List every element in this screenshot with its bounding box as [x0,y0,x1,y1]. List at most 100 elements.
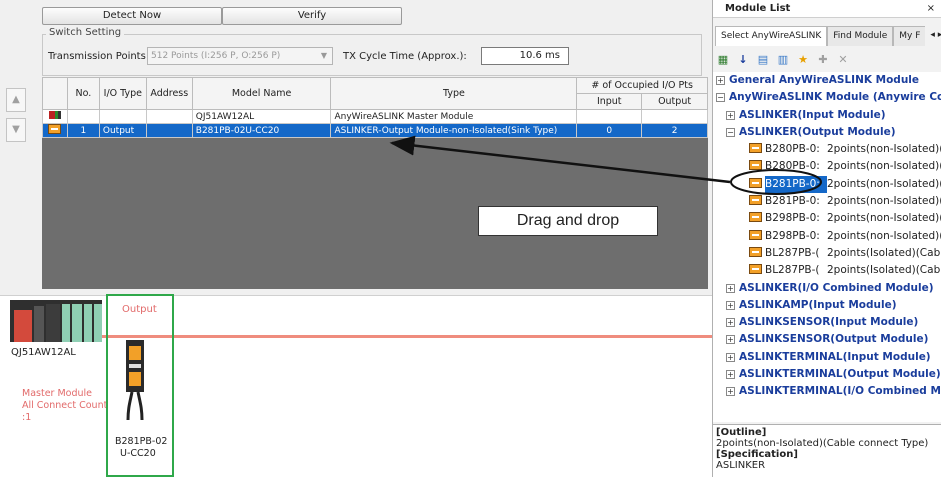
tree-group-node[interactable]: + ASLINKTERMINAL(Input Module) [713,349,941,366]
device-name: B281PB-02 [115,436,168,447]
expand-plus-icon[interactable]: + [726,110,735,120]
expand-icon[interactable]: ▤ [755,52,771,68]
module-list-panel: Module List × Select AnyWireASLINK Find … [712,0,941,477]
tree-group-label: ASLINKTERMINAL(Output Module) [739,368,941,381]
row-icon [42,109,68,124]
expand-plus-icon[interactable]: + [726,283,735,293]
specification-text: ASLINKER [716,460,766,471]
tree-module-item-selected[interactable]: B281PB-0: 2points(non-Isolated)(C [713,175,941,193]
detect-now-button[interactable]: Detect Now [42,7,222,25]
tree-group-node[interactable]: + ASLINKSENSOR(Input Module) [713,314,941,331]
module-code: B281PB-0: [765,195,820,208]
expand-plus-icon[interactable]: + [726,387,735,397]
module-description-short: 2points(non-Isolated)(W [827,160,941,173]
move-down-button[interactable]: ▼ [6,118,26,142]
chevron-down-icon[interactable]: ▼ [316,48,332,64]
output-device-icon[interactable] [120,340,152,422]
column-type[interactable]: Type [330,77,578,110]
add-favorite-icon[interactable]: ✚ [815,52,831,68]
expand-plus-icon[interactable]: + [716,76,725,85]
output-label: Output [122,304,157,315]
switch-setting-label: Switch Setting [46,27,125,38]
cell-type: ASLINKER-Output Module-non-Isolated(Sink… [330,123,578,138]
tree-module-item[interactable]: B281PB-0: 2points(non-Isolated)(C [713,193,941,210]
connect-count-label: All Connect Count [22,400,108,411]
tab-my-favorites[interactable]: My F [893,26,926,46]
tree-group-label: ASLINKSENSOR(Output Module) [739,333,929,346]
move-up-button[interactable]: ▲ [6,88,26,112]
output-module-icon [749,177,762,188]
module-description-short: 2points(non-Isolated)(C [827,177,941,190]
column-model-name[interactable]: Model Name [191,77,332,110]
output-module-icon [749,229,762,240]
cell-model: B281PB-02U-CC20 [191,123,332,138]
tree-group-node[interactable]: − AnyWireASLINK Module (Anywire Co [713,89,941,106]
tree-group-node[interactable]: + General AnyWireASLINK Module [713,72,941,89]
tree-module-item[interactable]: B298PB-0: 2points(non-Isolated)(W [713,210,941,227]
output-module-icon [749,143,762,154]
outline-text: 2points(non-Isolated)(Cable connect Type… [716,438,929,449]
collapse-icon[interactable]: ▥ [775,52,791,68]
tree-module-item[interactable]: BL287PB-(2points(Isolated)(Cable [713,245,941,262]
expand-plus-icon[interactable]: + [726,300,735,310]
tree-group-node[interactable]: + ASLINKTERMINAL(I/O Combined M [713,383,941,400]
tab-scroll-arrows[interactable]: ◂ ▸ [925,26,941,46]
table-row-selected[interactable]: 1 Output B281PB-02U-CC20 ASLINKER-Output… [42,123,708,138]
module-description-short: 2points(non-Isolated)(W [827,212,941,225]
master-module-rack-icon[interactable] [10,300,102,342]
cell-input: 0 [576,123,643,138]
module-description-short: 2points(non-Isolated)(W [827,229,941,242]
tree-group-node[interactable]: + ASLINKER(Input Module) [713,107,941,124]
close-icon[interactable]: × [927,0,935,18]
tree-group-node[interactable]: + ASLINKAMP(Input Module) [713,297,941,314]
verify-button[interactable]: Verify [222,7,402,25]
cell-address [145,123,193,138]
output-module-icon [48,124,62,134]
tree-module-item[interactable]: B280PB-0: 2points(non-Isolated)(W [713,158,941,175]
module-code: BL287PB-( [765,264,820,277]
module-code: B298PB-0: [765,229,820,242]
favorite-star-icon[interactable]: ★ [795,52,811,68]
tx-cycle-label: TX Cycle Time (Approx.): [343,51,467,62]
module-description: [Outline] 2points(non-Isolated)(Cable co… [713,424,941,477]
column-input[interactable]: Input [576,93,643,110]
tab-select-anywireaslink[interactable]: Select AnyWireASLINK [715,26,828,46]
tree-module-item[interactable]: B298PB-0: 2points(non-Isolated)(W [713,228,941,245]
module-code: B280PB-0: [765,143,820,156]
tree-group-node[interactable]: + ASLINKSENSOR(Output Module) [713,331,941,348]
tree-group-node[interactable]: − ASLINKER(Output Module) [713,124,941,141]
expand-plus-icon[interactable]: + [726,318,735,328]
arrow-up-icon: ▲ [12,94,20,105]
tab-find-module[interactable]: Find Module [827,26,894,46]
expand-plus-icon[interactable]: + [726,335,735,345]
tx-cycle-value: 10.6 ms [481,47,569,65]
collapse-minus-icon[interactable]: − [716,93,725,103]
group-by-category-icon[interactable]: ▦ [715,52,731,68]
cell-input [576,109,643,124]
tree-group-node[interactable]: + ASLINKER(I/O Combined Module) [713,280,941,297]
delete-icon[interactable]: ✕ [835,52,851,68]
column-output[interactable]: Output [641,93,708,110]
tree-module-item[interactable]: BL287PB-(2points(Isolated)(Cable [713,262,941,279]
module-list-toolbar: ▦ ↓ ▤ ▥ ★ ✚ ✕ [715,50,851,70]
output-module-icon [749,212,762,223]
collapse-minus-icon[interactable]: − [726,127,735,137]
table-row[interactable]: QJ51AW12AL AnyWireASLINK Master Module [42,109,708,124]
column-address[interactable]: Address [145,77,193,110]
module-code: B298PB-0: [765,212,820,225]
expand-plus-icon[interactable]: + [726,352,735,362]
sort-icon[interactable]: ↓ [735,52,751,68]
cell-type: AnyWireASLINK Master Module [330,109,578,124]
tree-group-node[interactable]: + ASLINKTERMINAL(Output Module) [713,366,941,383]
cell-no: 1 [66,123,100,138]
master-module-icon [48,111,61,119]
expand-plus-icon[interactable]: + [726,370,735,380]
module-code: BL287PB-( [765,246,820,259]
column-no[interactable]: No. [66,77,100,110]
transmission-points-select[interactable]: 512 Points (I:256 P, O:256 P) ▼ [147,47,333,65]
column-io-type[interactable]: I/O Type [98,77,147,110]
cell-model: QJ51AW12AL [191,109,332,124]
outline-heading: [Outline] [716,427,767,438]
master-module-info: Master Module [22,388,93,399]
tree-module-item[interactable]: B280PB-0: 2points(non-Isolated)(W [713,141,941,158]
